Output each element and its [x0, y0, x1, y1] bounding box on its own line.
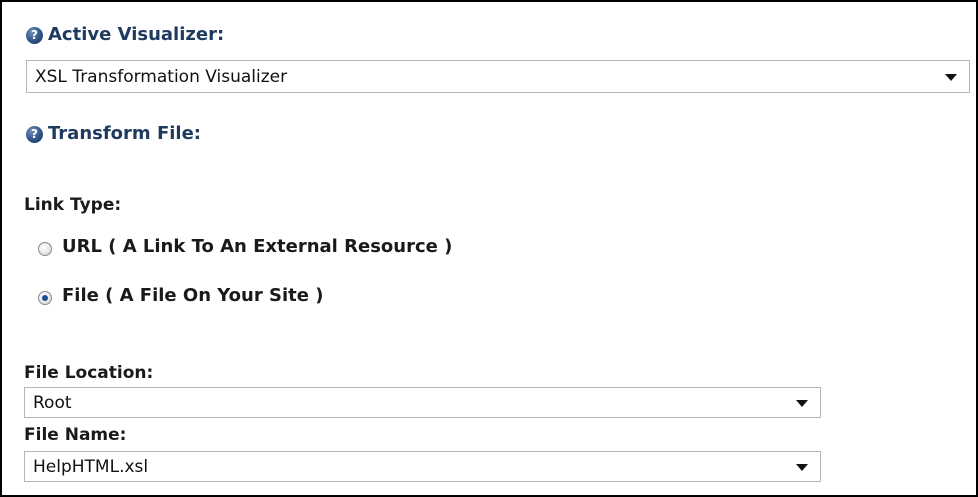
chevron-down-icon [945, 73, 957, 81]
radio-url-label[interactable]: URL ( A Link To An External Resource ) [62, 236, 452, 257]
file-location-select[interactable]: Root [24, 387, 821, 418]
active-visualizer-label: Active Visualizer: [48, 24, 225, 45]
help-icon[interactable]: ? [26, 126, 43, 143]
file-location-label: File Location: [24, 363, 154, 383]
file-name-select[interactable]: HelpHTML.xsl [24, 451, 821, 482]
radio-file-label[interactable]: File ( A File On Your Site ) [62, 285, 323, 306]
radio-url[interactable] [38, 242, 52, 256]
radio-file[interactable] [38, 291, 52, 305]
chevron-down-icon [796, 399, 808, 407]
file-location-value: Root [33, 393, 72, 413]
file-name-value: HelpHTML.xsl [33, 457, 149, 477]
file-name-label: File Name: [24, 425, 127, 445]
chevron-down-icon [796, 463, 808, 471]
settings-panel: ? Active Visualizer: XSL Transformation … [0, 0, 978, 497]
link-type-label: Link Type: [24, 195, 122, 215]
help-icon[interactable]: ? [26, 27, 43, 44]
transform-file-label: Transform File: [48, 123, 201, 144]
active-visualizer-value: XSL Transformation Visualizer [35, 67, 288, 87]
active-visualizer-select[interactable]: XSL Transformation Visualizer [26, 60, 970, 93]
